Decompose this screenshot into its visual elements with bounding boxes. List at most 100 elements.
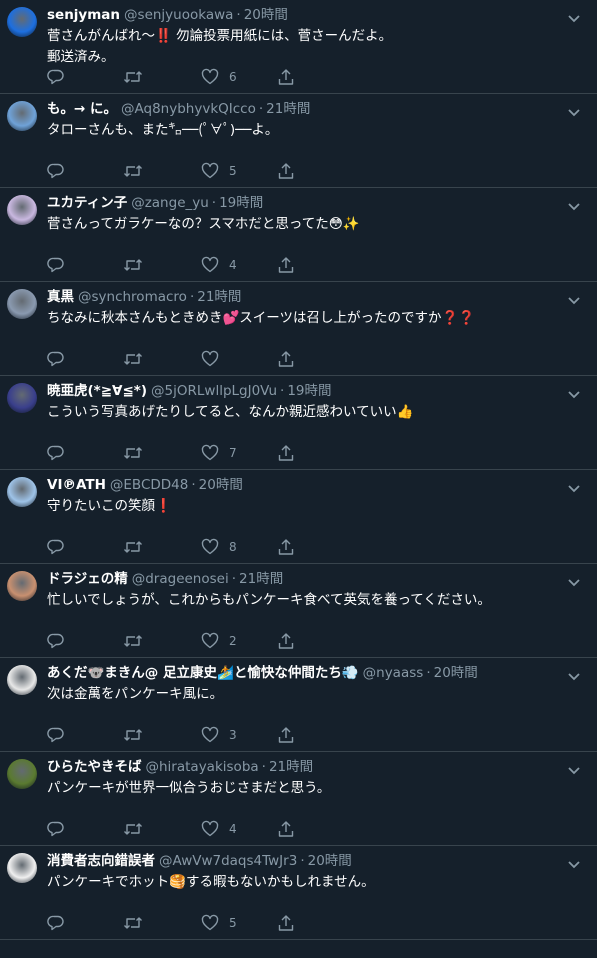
user-handle[interactable]: @drageenosei: [132, 571, 229, 587]
display-name[interactable]: ユカティン子: [47, 195, 127, 211]
reply-icon[interactable]: [47, 538, 65, 556]
timestamp[interactable]: 20時間: [434, 665, 478, 681]
timestamp[interactable]: 21時間: [197, 289, 241, 305]
reply-icon[interactable]: [47, 350, 65, 368]
display-name[interactable]: 真黒: [47, 289, 74, 305]
avatar[interactable]: [7, 7, 37, 37]
share-icon[interactable]: [277, 444, 295, 462]
timestamp[interactable]: 21時間: [266, 101, 310, 117]
display-name[interactable]: ひらたやきそば: [47, 759, 142, 775]
avatar[interactable]: [7, 289, 37, 319]
user-handle[interactable]: @nyaass: [363, 665, 424, 681]
reply-icon[interactable]: [47, 726, 65, 744]
more-options-chevron-icon[interactable]: [567, 479, 581, 493]
retweet-icon[interactable]: [123, 256, 143, 274]
reply-icon[interactable]: [47, 632, 65, 650]
tweet[interactable]: senjyman @senjyuookawa · 20時間 菅さんがんばれ〜‼️ 勿論…: [0, 0, 597, 94]
tweet[interactable]: も。→ に。 @Aq8nybhyvkQIcco · 21時間 タローさんも、また㌔──…: [0, 94, 597, 188]
display-name[interactable]: VI℗ATH: [47, 477, 106, 493]
reply-icon[interactable]: [47, 162, 65, 180]
timestamp[interactable]: 20時間: [199, 477, 243, 493]
timestamp[interactable]: 21時間: [239, 571, 283, 587]
display-name[interactable]: も。→ に。: [47, 101, 117, 117]
avatar[interactable]: [7, 383, 37, 413]
user-handle[interactable]: @EBCDD48: [110, 477, 188, 493]
more-options-chevron-icon[interactable]: [567, 103, 581, 117]
display-name[interactable]: ドラジェの精: [47, 571, 128, 587]
like-heart-icon[interactable]: [201, 350, 219, 368]
more-options-chevron-icon[interactable]: [567, 855, 581, 869]
like-heart-icon[interactable]: [201, 632, 219, 650]
timestamp[interactable]: 19時間: [219, 195, 263, 211]
retweet-icon[interactable]: [123, 538, 143, 556]
avatar[interactable]: [7, 195, 37, 225]
avatar[interactable]: [7, 571, 37, 601]
more-options-chevron-icon[interactable]: [567, 197, 581, 211]
retweet-icon[interactable]: [123, 632, 143, 650]
like-heart-icon[interactable]: [201, 914, 219, 932]
avatar[interactable]: [7, 665, 37, 695]
share-icon[interactable]: [277, 726, 295, 744]
avatar[interactable]: [7, 759, 37, 789]
more-options-chevron-icon[interactable]: [567, 291, 581, 305]
like-heart-icon[interactable]: [201, 726, 219, 744]
tweet[interactable]: 暁亜虎(*≧∀≦*) @5jORLwllpLgJ0Vu · 19時間 こういう写真あげ…: [0, 376, 597, 470]
retweet-icon[interactable]: [123, 444, 143, 462]
share-icon[interactable]: [277, 538, 295, 556]
display-name[interactable]: あくだ🐨まきん@ 足立康史🏄と愉快な仲間たち💨: [47, 665, 359, 681]
tweet[interactable]: ひらたやきそば @hiratayakisoba · 21時間 パンケーキが世界一似合う…: [0, 752, 597, 846]
reply-icon[interactable]: [47, 444, 65, 462]
user-handle[interactable]: @senjyuookawa: [124, 7, 233, 23]
retweet-icon[interactable]: [123, 68, 143, 86]
tweet[interactable]: ドラジェの精 @drageenosei · 21時間 忙しいでしょうが、これからもパン…: [0, 564, 597, 658]
like-heart-icon[interactable]: [201, 538, 219, 556]
timestamp[interactable]: 20時間: [308, 853, 352, 869]
display-name[interactable]: 暁亜虎(*≧∀≦*): [47, 383, 147, 399]
share-icon[interactable]: [277, 350, 295, 368]
share-icon[interactable]: [277, 632, 295, 650]
timestamp[interactable]: 21時間: [269, 759, 313, 775]
like-heart-icon[interactable]: [201, 162, 219, 180]
tweet[interactable]: あくだ🐨まきん@ 足立康史🏄と愉快な仲間たち💨 @nyaass · 20時間 次は金萬…: [0, 658, 597, 752]
user-handle[interactable]: @5jORLwllpLgJ0Vu: [151, 383, 277, 399]
more-options-chevron-icon[interactable]: [567, 9, 581, 23]
avatar[interactable]: [7, 477, 37, 507]
like-heart-icon[interactable]: [201, 444, 219, 462]
like-heart-icon[interactable]: [201, 68, 219, 86]
retweet-icon[interactable]: [123, 162, 143, 180]
retweet-icon[interactable]: [123, 914, 143, 932]
timestamp[interactable]: 19時間: [287, 383, 331, 399]
display-name[interactable]: 消費者志向錯誤者: [47, 853, 155, 869]
share-icon[interactable]: [277, 68, 295, 86]
more-options-chevron-icon[interactable]: [567, 761, 581, 775]
timestamp[interactable]: 20時間: [244, 7, 288, 23]
share-icon[interactable]: [277, 162, 295, 180]
like-heart-icon[interactable]: [201, 820, 219, 838]
share-icon[interactable]: [277, 256, 295, 274]
user-handle[interactable]: @hiratayakisoba: [146, 759, 259, 775]
user-handle[interactable]: @zange_yu: [131, 195, 209, 211]
user-handle[interactable]: @AwVw7daqs4TwJr3: [159, 853, 297, 869]
like-heart-icon[interactable]: [201, 256, 219, 274]
tweet[interactable]: 消費者志向錯誤者 @AwVw7daqs4TwJr3 · 20時間 パンケーキでホット🥞…: [0, 846, 597, 940]
retweet-icon[interactable]: [123, 350, 143, 368]
reply-icon[interactable]: [47, 914, 65, 932]
share-icon[interactable]: [277, 820, 295, 838]
share-icon[interactable]: [277, 914, 295, 932]
more-options-chevron-icon[interactable]: [567, 667, 581, 681]
user-handle[interactable]: @synchromacro: [78, 289, 187, 305]
retweet-icon[interactable]: [123, 820, 143, 838]
reply-icon[interactable]: [47, 68, 65, 86]
reply-icon[interactable]: [47, 820, 65, 838]
avatar[interactable]: [7, 101, 37, 131]
display-name[interactable]: senjyman: [47, 7, 120, 23]
avatar[interactable]: [7, 853, 37, 883]
tweet[interactable]: 真黒 @synchromacro · 21時間 ちなみに秋本さんもときめき💕スイーツは…: [0, 282, 597, 376]
retweet-icon[interactable]: [123, 726, 143, 744]
reply-icon[interactable]: [47, 256, 65, 274]
tweet[interactable]: VI℗ATH @EBCDD48 · 20時間 守りたいこの笑顔❗ 8: [0, 470, 597, 564]
tweet[interactable]: ユカティン子 @zange_yu · 19時間 菅さんってガラケーなの？スマホだと思っ…: [0, 188, 597, 282]
more-options-chevron-icon[interactable]: [567, 573, 581, 587]
more-options-chevron-icon[interactable]: [567, 385, 581, 399]
user-handle[interactable]: @Aq8nybhyvkQIcco: [121, 101, 256, 117]
